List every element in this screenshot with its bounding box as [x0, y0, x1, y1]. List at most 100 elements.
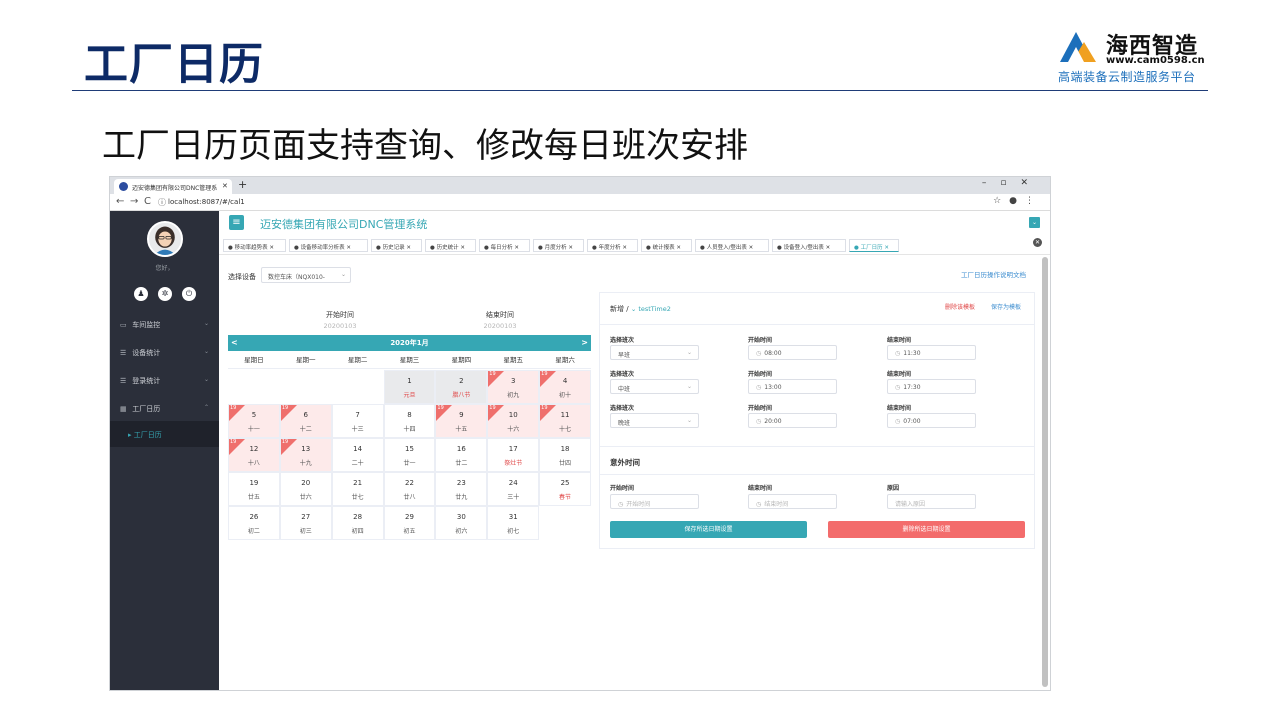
calendar-day[interactable]: 28 初四	[331, 506, 384, 540]
sidebar-item-device-stats[interactable]: ☰ 设备统计 ⌄	[110, 339, 219, 367]
shift-start-input[interactable]: ◷ 08:00	[748, 345, 837, 360]
shift-select[interactable]: 早班 ⌄	[610, 345, 699, 360]
shift-start-input[interactable]: ◷ 13:00	[748, 379, 837, 394]
calendar-day[interactable]: 24 三十	[487, 472, 540, 506]
forward-icon[interactable]: →	[130, 196, 138, 207]
sidebar-item-factory-calendar[interactable]: ▦ 工厂日历 ⌃	[110, 395, 219, 423]
chevron-down-icon: ⌄	[203, 348, 209, 355]
calendar-day[interactable]: 26 初二	[228, 506, 280, 540]
day-number: 4	[562, 377, 568, 385]
calendar-day[interactable]: 27 初三	[279, 506, 332, 540]
delete-template-link[interactable]: 删除该模板	[945, 302, 975, 311]
back-icon[interactable]: ←	[116, 196, 124, 207]
lunar-date: 初六	[455, 528, 468, 535]
calendar-day[interactable]: 17 祭灶节	[487, 438, 540, 472]
calendar-day[interactable]: 19 3 初九	[487, 370, 540, 404]
url-field[interactable]: localhost:8087/#/cal1	[168, 198, 245, 206]
app-title: 迈安德集团有限公司DNC管理系统	[260, 218, 428, 231]
shift-end-input[interactable]: ◷ 11:30	[887, 345, 976, 360]
prev-month-button[interactable]: <	[231, 335, 238, 351]
toolbar-icons[interactable]: ☆●⋮	[993, 196, 1042, 206]
brand-logo-icon	[1060, 32, 1096, 62]
delete-dates-button[interactable]: 删除所选日期设置	[828, 521, 1025, 538]
reload-icon[interactable]: C	[144, 196, 151, 207]
clock-icon: ◷	[756, 350, 762, 357]
calendar-day[interactable]: 7 十三	[331, 404, 384, 438]
help-doc-link[interactable]: 工厂日历操作说明文档	[961, 269, 1026, 279]
calendar-day[interactable]: 30 初六	[435, 506, 488, 540]
calendar-day[interactable]: 23 廿九	[435, 472, 488, 506]
lunar-date: 廿七	[351, 494, 364, 501]
day-number: 11	[560, 411, 570, 419]
calendar-day[interactable]: 19 13 十九	[279, 438, 332, 472]
close-icon[interactable]: ✕	[222, 182, 228, 190]
tab-utilization-trend[interactable]: ● 移动率趋势表 ✕	[223, 239, 286, 252]
calendar-day[interactable]: 18 廿四	[539, 438, 591, 472]
tab-history[interactable]: ● 历史记录 ✕	[371, 239, 422, 252]
calendar-day[interactable]: 25 春节	[539, 472, 591, 506]
calendar-day[interactable]: 20 廿六	[279, 472, 332, 506]
sidebar-subitem-factory-calendar[interactable]: ▸ 工厂日历	[110, 421, 219, 447]
extra-reason-input[interactable]: 请输入原因	[887, 494, 976, 509]
window-controls[interactable]: –▫✕	[982, 178, 1042, 188]
power-icon[interactable]: ⏻	[182, 287, 196, 301]
calendar-day[interactable]: 19 6 十二	[279, 404, 332, 438]
calendar-day[interactable]: 8 十四	[383, 404, 436, 438]
quick-icons: ♟ ✲ ⏻	[132, 287, 198, 301]
shift-end-input[interactable]: ◷ 07:00	[887, 413, 976, 428]
close-all-icon[interactable]: ✕	[1033, 238, 1042, 247]
calendar-day[interactable]: 21 廿七	[331, 472, 384, 506]
tab-yearly[interactable]: ● 年度分析 ✕	[587, 239, 638, 252]
menu-toggle-icon[interactable]: ≡	[229, 215, 244, 230]
calendar-day[interactable]: 19 10 十六	[487, 404, 540, 438]
new-tab-icon[interactable]: +	[238, 178, 247, 191]
calendar-day[interactable]: 1 元旦	[383, 370, 436, 404]
next-month-button[interactable]: >	[581, 335, 588, 351]
extra-start-input[interactable]: ◷ 开始时间	[610, 494, 699, 509]
lunar-date: 元旦	[403, 392, 416, 399]
calendar-day[interactable]: 19 廿五	[228, 472, 280, 506]
lunar-date: 初五	[403, 528, 416, 535]
tab-factory-calendar[interactable]: ● 工厂日历 ✕	[849, 239, 899, 252]
calendar-day[interactable]: 14 二十	[331, 438, 384, 472]
calendar-day[interactable]: 2 腊八节	[435, 370, 488, 404]
scrollbar[interactable]	[1042, 257, 1048, 687]
calendar-day[interactable]: 19 9 十五	[435, 404, 488, 438]
tab-user-login[interactable]: ● 人员登入/登出表 ✕	[695, 239, 769, 252]
avatar-icon	[149, 223, 181, 255]
shift-select[interactable]: 中班 ⌄	[610, 379, 699, 394]
shift-select[interactable]: 晚班 ⌄	[610, 413, 699, 428]
device-select[interactable]: 数控车床（NQX010- ⌄	[261, 267, 351, 283]
save-template-link[interactable]: 保存为模板	[991, 302, 1021, 311]
shift-start-input[interactable]: ◷ 20:00	[748, 413, 837, 428]
tab-history-stats[interactable]: ● 历史统计 ✕	[425, 239, 476, 252]
avatar[interactable]	[147, 221, 183, 257]
shift-end-input[interactable]: ◷ 17:30	[887, 379, 976, 394]
tab-device-login[interactable]: ● 设备登入/登出表 ✕	[772, 239, 846, 252]
calendar-day[interactable]: 19 5 十一	[228, 404, 280, 438]
browser-tab[interactable]: 迈安德集团有限公司DNC管理系 ✕	[114, 179, 232, 194]
tab-report[interactable]: ● 统计报表 ✕	[641, 239, 692, 252]
expand-icon[interactable]: ⌄	[1029, 217, 1040, 228]
tab-utilization-analysis[interactable]: ● 设备移动率分析表 ✕	[289, 239, 368, 252]
calendar-day[interactable]: 19 12 十八	[228, 438, 280, 472]
sidebar-item-login-stats[interactable]: ☰ 登录统计 ⌄	[110, 367, 219, 395]
calendar-day[interactable]: 19 11 十七	[539, 404, 591, 438]
save-dates-button[interactable]: 保存所选日期设置	[610, 521, 807, 538]
calendar-day[interactable]: 15 廿一	[383, 438, 436, 472]
title-divider	[72, 90, 1208, 91]
calendar-day[interactable]: 19 4 初十	[539, 370, 591, 404]
calendar-day[interactable]: 22 廿八	[383, 472, 436, 506]
weekday-header: 星期五	[487, 352, 540, 369]
tab-daily[interactable]: ● 每日分析 ✕	[479, 239, 530, 252]
extra-end-input[interactable]: ◷ 结束时间	[748, 494, 837, 509]
user-icon[interactable]: ♟	[134, 287, 148, 301]
weekday-header: 星期四	[435, 352, 488, 369]
gear-icon[interactable]: ✲	[158, 287, 172, 301]
calendar-day[interactable]: 31 初七	[487, 506, 540, 540]
sidebar-item-workshop[interactable]: ▭ 车间监控 ⌄	[110, 311, 219, 339]
template-name[interactable]: testTime2	[638, 305, 671, 313]
calendar-day[interactable]: 16 廿二	[435, 438, 488, 472]
calendar-day[interactable]: 29 初五	[383, 506, 436, 540]
tab-monthly[interactable]: ● 月度分析 ✕	[533, 239, 584, 252]
